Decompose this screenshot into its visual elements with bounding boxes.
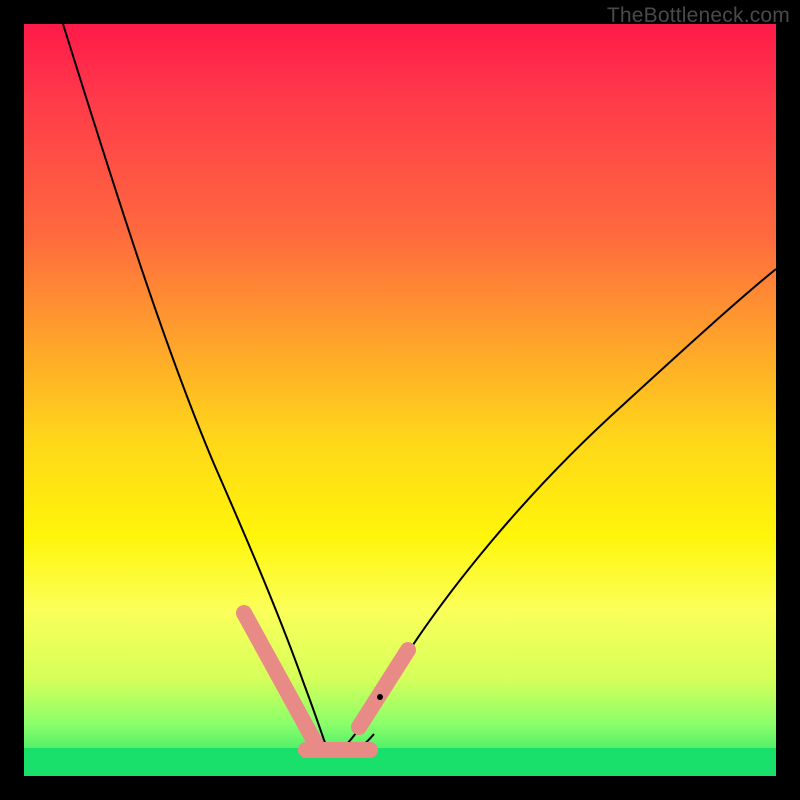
curve-right-branch — [329, 269, 776, 757]
curve-left-branch — [63, 24, 329, 754]
curve-overlay — [24, 24, 776, 776]
accent-pill-left — [244, 613, 317, 746]
accent-pill-right — [359, 650, 408, 727]
watermark-label: TheBottleneck.com — [607, 4, 790, 28]
gradient-plot-area — [24, 24, 776, 776]
vertex-dot — [377, 694, 383, 700]
